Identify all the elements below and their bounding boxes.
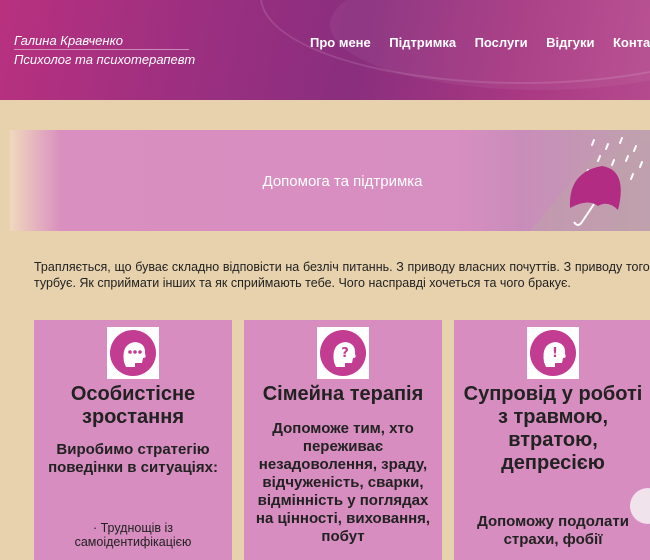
head-question-icon: ? bbox=[320, 330, 366, 376]
card-icon-box bbox=[107, 327, 159, 379]
card-list-item: · Труднощів із самоідентифікацією bbox=[74, 521, 192, 549]
service-card-family[interactable]: ? Сімейна терапія Допоможе тим, хто пере… bbox=[244, 320, 442, 560]
card-title: Особистісне зростання bbox=[70, 383, 196, 428]
brand-divider bbox=[14, 49, 189, 50]
card-icon-box: ! bbox=[527, 327, 579, 379]
brand-name[interactable]: Галина Кравченко bbox=[14, 33, 123, 48]
svg-text:?: ? bbox=[341, 346, 349, 361]
service-card-growth[interactable]: Особистісне зростання Виробимо стратегію… bbox=[34, 320, 232, 560]
nav-item-services[interactable]: Послуги bbox=[475, 35, 528, 50]
card-title: Супровід у роботі з травмою, втратою, де… bbox=[463, 383, 643, 474]
nav-item-support[interactable]: Підтримка bbox=[389, 35, 456, 50]
svg-text:!: ! bbox=[552, 346, 558, 361]
site-header: Галина Кравченко Психолог та психотерапе… bbox=[0, 0, 650, 100]
umbrella-rain-icon bbox=[530, 137, 650, 231]
intro-text: Трапляється, що буває складно відповісти… bbox=[34, 260, 650, 290]
service-card-trauma[interactable]: ! Супровід у роботі з травмою, втратою, … bbox=[454, 320, 650, 560]
main-nav: Про мене Підтримка Послуги Відгуки Конта… bbox=[310, 34, 650, 52]
nav-item-contact[interactable]: Контакт bbox=[613, 35, 650, 50]
nav-item-about[interactable]: Про мене bbox=[310, 35, 371, 50]
card-icon-box: ? bbox=[317, 327, 369, 379]
brand-subtitle: Психолог та психотерапевт bbox=[14, 52, 196, 67]
nav-item-reviews[interactable]: Відгуки bbox=[546, 35, 594, 50]
card-title: Сімейна терапія bbox=[262, 383, 424, 405]
hero-banner: Допомога та підтримка bbox=[10, 130, 650, 231]
card-description: Допоможе тим, хто переживає незадоволенн… bbox=[255, 420, 431, 545]
head-speech-icon bbox=[110, 330, 156, 376]
card-description: Виробимо стратегію поведінки в ситуаціях… bbox=[48, 441, 218, 476]
card-description: Допоможу подолати страхи, фобії bbox=[477, 513, 629, 548]
head-exclamation-icon: ! bbox=[530, 330, 576, 376]
